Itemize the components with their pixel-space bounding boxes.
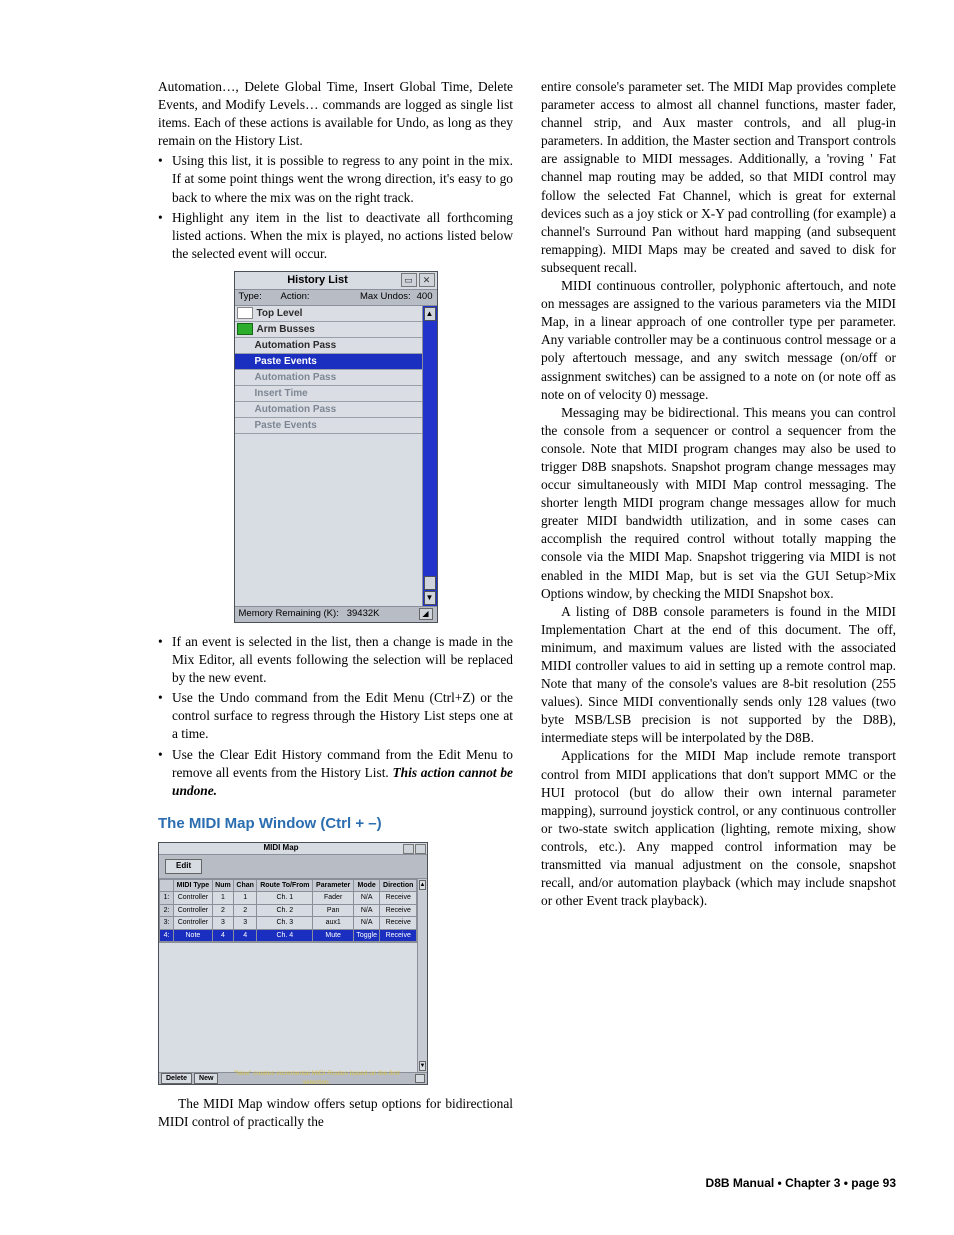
col-mode: Mode: [353, 879, 380, 891]
bullet-regress: Using this list, it is possible to regre…: [158, 152, 513, 206]
midi-toolbar: Edit: [159, 855, 427, 879]
close-button[interactable]: ✕: [419, 273, 435, 287]
history-row-label: Automation Pass: [237, 339, 337, 353]
col-midi-type: MIDI Type: [174, 879, 213, 891]
scroll-down-icon[interactable]: ▼: [424, 591, 436, 605]
history-list-window: History List ▭ ✕ Type: Action: Max Undos…: [234, 271, 438, 623]
history-row[interactable]: Top Level: [235, 306, 422, 322]
scrollbar[interactable]: ▲ ▼: [423, 306, 437, 606]
para-r1: entire console's parameter set. The MIDI…: [541, 78, 896, 277]
max-undos-value: 400: [411, 291, 433, 304]
minimize-button[interactable]: [403, 844, 414, 854]
history-row[interactable]: Automation Pass: [235, 402, 422, 418]
history-row-label: Automation Pass: [237, 371, 337, 385]
history-row-label: Automation Pass: [237, 403, 337, 417]
history-statusbar: Memory Remaining (K): 39432K ◢: [235, 606, 437, 622]
close-button[interactable]: [415, 844, 426, 854]
history-row-label: Arm Busses: [257, 323, 315, 337]
memory-value: 39432K: [347, 608, 380, 619]
arm-icon: [237, 323, 253, 335]
bullet-event-selected: If an event is selected in the list, the…: [158, 633, 513, 687]
history-row-selected[interactable]: Paste Events: [235, 354, 422, 370]
status-hint: "New" creates incremental MIDI Routes ba…: [220, 1070, 413, 1088]
edit-button[interactable]: Edit: [165, 859, 202, 874]
history-row[interactable]: Paste Events: [235, 418, 422, 434]
page-footer: D8B Manual • Chapter 3 • page 93: [706, 1175, 896, 1191]
minimize-button[interactable]: ▭: [401, 273, 417, 287]
memory-label: Memory Remaining (K):: [239, 608, 339, 619]
scroll-thumb[interactable]: [424, 576, 436, 590]
midi-header-row: MIDI Type Num Chan Route To/From Paramet…: [160, 879, 417, 891]
history-list: Top Level Arm Busses Automation Pass Pas…: [235, 306, 423, 606]
midi-titlebar: MIDI Map: [159, 843, 427, 855]
history-title: History List: [235, 273, 401, 288]
resize-handle-icon[interactable]: [415, 1074, 425, 1083]
col-chan: Chan: [234, 879, 257, 891]
midi-row[interactable]: 2: Controller 2 2 Ch. 2 Pan N/A Receive: [160, 904, 417, 916]
para-midi-intro: The MIDI Map window offers setup options…: [158, 1095, 513, 1131]
history-row-label: Insert Time: [237, 387, 308, 401]
header-type: Type:: [239, 291, 281, 304]
history-row[interactable]: Arm Busses: [235, 322, 422, 338]
midi-row[interactable]: 1: Controller 1 1 Ch. 1 Fader N/A Receiv…: [160, 892, 417, 904]
para-r3: Messaging may be bidirectional. This mea…: [541, 404, 896, 603]
section-heading-midi-map: The MIDI Map Window (Ctrl + –): [158, 814, 513, 834]
midi-title: MIDI Map: [159, 843, 403, 854]
history-titlebar: History List ▭ ✕: [235, 272, 437, 290]
scroll-up-icon[interactable]: ▲: [419, 880, 426, 890]
history-row[interactable]: Automation Pass: [235, 338, 422, 354]
para-r5: Applications for the MIDI Map include re…: [541, 747, 896, 910]
midi-map-window: MIDI Map Edit MIDI Type Num: [158, 842, 428, 1085]
col-parameter: Parameter: [313, 879, 354, 891]
scrollbar[interactable]: ▲ ▼: [417, 879, 427, 1072]
midi-grid: MIDI Type Num Chan Route To/From Paramet…: [159, 879, 417, 942]
history-row-label: Top Level: [257, 307, 303, 321]
resize-handle-icon[interactable]: ◢: [419, 608, 433, 620]
scroll-up-icon[interactable]: ▲: [424, 307, 436, 321]
midi-empty-area: [159, 942, 417, 1072]
history-header-row: Type: Action: Max Undos: 400: [235, 290, 437, 306]
new-button[interactable]: New: [194, 1073, 218, 1084]
para-r4: A listing of D8B console parameters is f…: [541, 603, 896, 748]
para-r2: MIDI continuous controller, polyphonic a…: [541, 277, 896, 404]
bullet-highlight: Highlight any item in the list to deacti…: [158, 209, 513, 263]
col-num: Num: [212, 879, 233, 891]
col-route: Route To/From: [257, 879, 313, 891]
scroll-down-icon[interactable]: ▼: [419, 1061, 426, 1071]
col-direction: Direction: [380, 879, 417, 891]
midi-row[interactable]: 3: Controller 3 3 Ch. 3 aux1 N/A Receive: [160, 917, 417, 929]
history-empty-area: [235, 434, 422, 606]
para-intro: Automation…, Delete Global Time, Insert …: [158, 78, 513, 150]
bullet-undo: Use the Undo command from the Edit Menu …: [158, 689, 513, 743]
bullet-clear: Use the Clear Edit History command from …: [158, 746, 513, 800]
doc-icon: [237, 307, 253, 319]
delete-button[interactable]: Delete: [161, 1073, 192, 1084]
history-row-label: Paste Events: [237, 419, 317, 433]
header-action: Action:: [281, 291, 360, 304]
history-row[interactable]: Insert Time: [235, 386, 422, 402]
history-row-label: Paste Events: [237, 355, 317, 369]
header-max-undos: Max Undos:: [360, 291, 411, 304]
midi-statusbar: Delete New "New" creates incremental MID…: [159, 1072, 427, 1084]
history-row[interactable]: Automation Pass: [235, 370, 422, 386]
midi-row-selected[interactable]: 4: Note 4 4 Ch. 4 Mute Toggle Receive: [160, 929, 417, 941]
